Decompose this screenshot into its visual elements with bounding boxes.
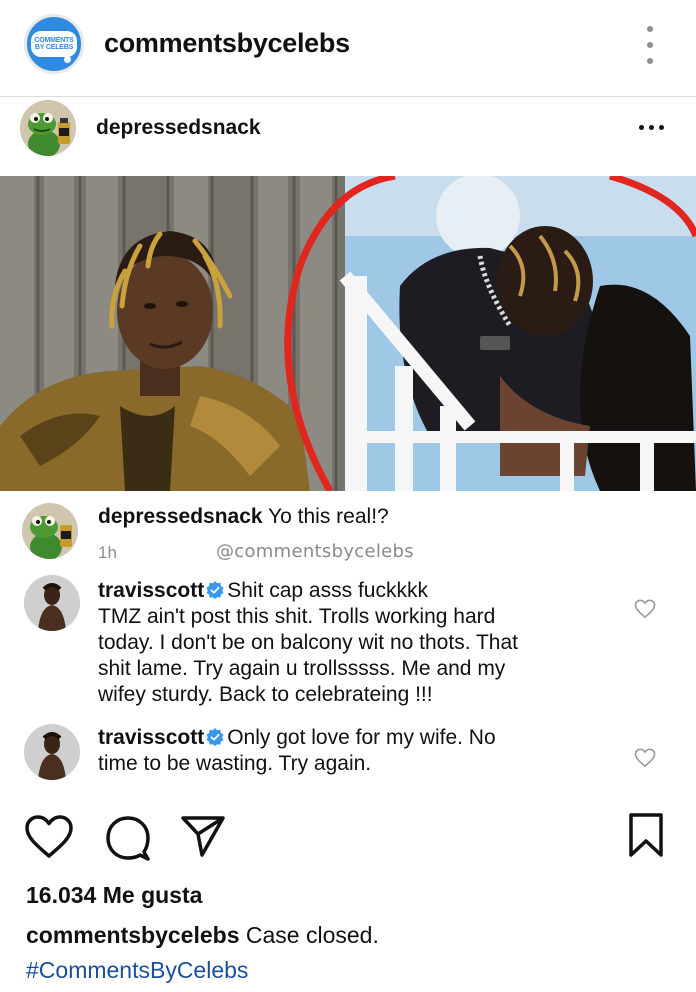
comment-depressedsnack: depressedsnack Yo this real!? 1h @commen… — [0, 491, 696, 575]
heart-icon[interactable] — [634, 599, 656, 619]
action-bar — [0, 812, 696, 868]
account-avatar[interactable]: COMMENTS BY CELEBS — [24, 14, 84, 74]
comment-username[interactable]: depressedsnack — [98, 505, 263, 528]
comment-body: travisscott Shit cap asss fuckkkk TMZ ain… — [98, 578, 598, 708]
post-image — [0, 176, 696, 491]
comment-text-line: wifey sturdy. Back to celebrateing !!! — [98, 683, 433, 706]
comments-by-celebs-logo: COMMENTS BY CELEBS — [31, 31, 77, 63]
caption-text: Case closed. — [245, 922, 379, 948]
verified-icon — [206, 581, 224, 599]
comment-text-line: TMZ ain't post this shit. Trolls working… — [98, 605, 496, 628]
frog-avatar — [20, 100, 76, 156]
kebab-icon[interactable] — [642, 26, 658, 64]
commenter-avatar[interactable] — [24, 575, 80, 631]
top-header: COMMENTS BY CELEBS commentsbycelebs — [0, 0, 696, 97]
comment-body: depressedsnack Yo this real!? — [98, 504, 389, 530]
caption-username[interactable]: commentsbycelebs — [26, 922, 239, 948]
comment-icon[interactable] — [104, 814, 152, 862]
comment-text-line: Only got love for my wife. No — [227, 726, 496, 749]
heart-icon[interactable] — [634, 748, 656, 768]
logo-text-line1: COMMENTS — [34, 37, 74, 44]
share-icon[interactable] — [180, 814, 226, 858]
watermark-handle: @commentsbycelebs — [216, 541, 414, 562]
comment-text-line: Shit cap asss fuckkkk — [227, 579, 428, 602]
comment-text-line: time to be wasting. Try again. — [98, 752, 372, 775]
inner-post-username[interactable]: depressedsnack — [96, 116, 261, 140]
hashtag-link[interactable]: #CommentsByCelebs — [26, 957, 248, 984]
comment-body: travisscott Only got love for my wife. No… — [98, 725, 598, 777]
comment-username[interactable]: travisscott — [98, 579, 204, 602]
caption: commentsbycelebs Case closed. — [26, 922, 379, 949]
comment-travisscott-2: travisscott Only got love for my wife. No… — [0, 722, 696, 792]
logo-text-line2: BY CELEBS — [34, 44, 74, 51]
comment-text: Yo this real!? — [268, 505, 389, 528]
commenter-avatar[interactable] — [24, 724, 80, 780]
commenter-avatar[interactable] — [22, 503, 78, 559]
comment-timestamp: 1h — [98, 543, 117, 562]
likes-count[interactable]: 16.034 Me gusta — [26, 882, 202, 909]
heart-icon[interactable] — [24, 814, 74, 860]
comment-text-line: today. I don't be on balcony wit no thot… — [98, 631, 518, 654]
inner-post-header: depressedsnack — [0, 96, 696, 176]
comment-username[interactable]: travisscott — [98, 726, 204, 749]
more-icon[interactable] — [639, 125, 664, 130]
comment-travisscott-1: travisscott Shit cap asss fuckkkk TMZ ain… — [0, 575, 696, 715]
verified-icon — [206, 728, 224, 746]
bookmark-icon[interactable] — [628, 812, 664, 858]
comment-text-line: shit lame. Try again u trollsssss. Me an… — [98, 657, 506, 680]
account-name[interactable]: commentsbycelebs — [104, 28, 350, 59]
